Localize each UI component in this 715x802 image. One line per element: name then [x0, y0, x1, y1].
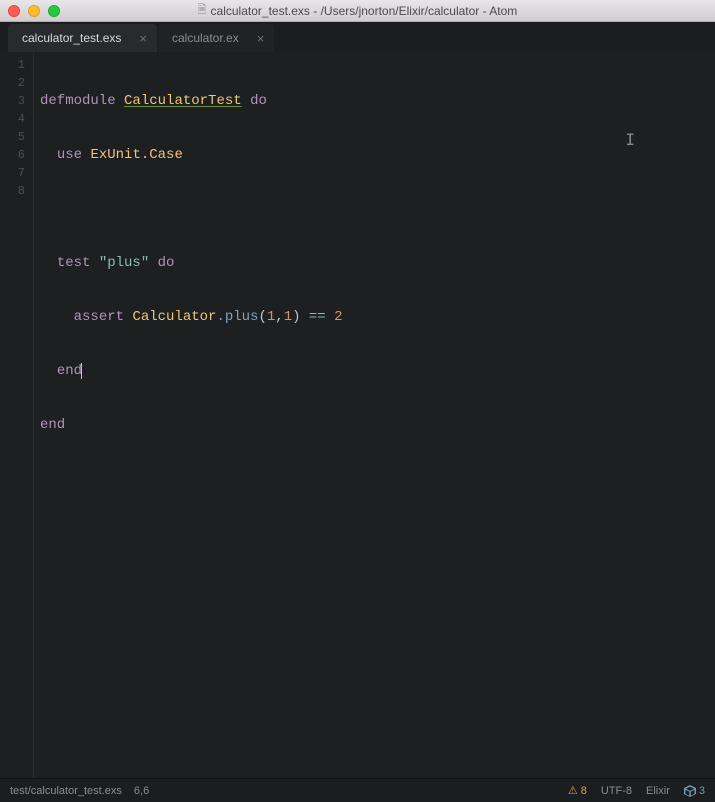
- line-gutter: 1 2 3 4 5 6 7 8: [0, 52, 34, 778]
- number: 1: [284, 309, 292, 325]
- number: 2: [334, 309, 342, 325]
- comma: ,: [275, 309, 283, 325]
- paren-open: (: [258, 309, 266, 325]
- editor[interactable]: 1 2 3 4 5 6 7 8 defmodule CalculatorTest…: [0, 52, 715, 778]
- tab-close-icon[interactable]: ×: [139, 32, 147, 45]
- kw-do: do: [250, 93, 267, 109]
- status-warnings[interactable]: ⚠ 8: [568, 784, 587, 797]
- window-maximize-button[interactable]: [48, 5, 60, 17]
- line-number: 1: [0, 56, 25, 74]
- tab-calculator-test[interactable]: calculator_test.exs ×: [8, 24, 157, 52]
- status-language[interactable]: Elixir: [646, 785, 670, 797]
- module-name: CalculatorTest: [124, 93, 242, 109]
- status-encoding[interactable]: UTF-8: [601, 785, 632, 797]
- status-left: test/calculator_test.exs 6,6: [10, 785, 149, 797]
- status-warn-count: 8: [581, 785, 587, 797]
- string-literal: "plus": [99, 255, 149, 271]
- tab-close-icon[interactable]: ×: [257, 32, 265, 45]
- operator-eq: ==: [309, 309, 326, 325]
- file-icon: 🗎: [198, 1, 207, 20]
- line-number: 2: [0, 74, 25, 92]
- kw-end: end: [57, 363, 82, 379]
- window-minimize-button[interactable]: [28, 5, 40, 17]
- package-icon: [684, 785, 696, 797]
- status-bar: test/calculator_test.exs 6,6 ⚠ 8 UTF-8 E…: [0, 778, 715, 802]
- line-number: 8: [0, 182, 25, 200]
- line-number: 7: [0, 164, 25, 182]
- window-title: 🗎 calculator_test.exs - /Users/jnorton/E…: [8, 1, 707, 20]
- code-body[interactable]: defmodule CalculatorTest do use ExUnit.C…: [34, 52, 715, 778]
- kw-use: use: [57, 147, 82, 163]
- tab-bar: calculator_test.exs × calculator.ex ×: [0, 22, 715, 52]
- kw-assert: assert: [74, 309, 124, 325]
- window-title-text: calculator_test.exs - /Users/jnorton/Eli…: [211, 4, 518, 18]
- kw-defmodule: defmodule: [40, 93, 116, 109]
- warning-icon: ⚠: [568, 784, 578, 797]
- status-cursor-pos[interactable]: 6,6: [134, 785, 149, 797]
- window-close-button[interactable]: [8, 5, 20, 17]
- module-ref: Calculator: [132, 309, 216, 325]
- paren-close: ): [292, 309, 300, 325]
- kw-end: end: [40, 417, 65, 433]
- titlebar: 🗎 calculator_test.exs - /Users/jnorton/E…: [0, 0, 715, 22]
- traffic-lights: [8, 5, 60, 17]
- tab-label: calculator_test.exs: [22, 31, 121, 45]
- status-right: ⚠ 8 UTF-8 Elixir 3: [568, 784, 705, 797]
- module-ref: ExUnit.Case: [90, 147, 182, 163]
- line-number: 3: [0, 92, 25, 110]
- kw-test: test: [57, 255, 91, 271]
- line-number: 6: [0, 146, 25, 164]
- status-pkg-count: 3: [699, 785, 705, 797]
- line-number: 4: [0, 110, 25, 128]
- tab-label: calculator.ex: [172, 31, 239, 45]
- fn-call: .plus: [216, 309, 258, 325]
- status-packages[interactable]: 3: [684, 785, 705, 797]
- kw-do: do: [158, 255, 175, 271]
- text-cursor: [81, 363, 82, 379]
- status-filepath[interactable]: test/calculator_test.exs: [10, 785, 122, 797]
- tab-calculator[interactable]: calculator.ex ×: [158, 24, 274, 52]
- line-number: 5: [0, 128, 25, 146]
